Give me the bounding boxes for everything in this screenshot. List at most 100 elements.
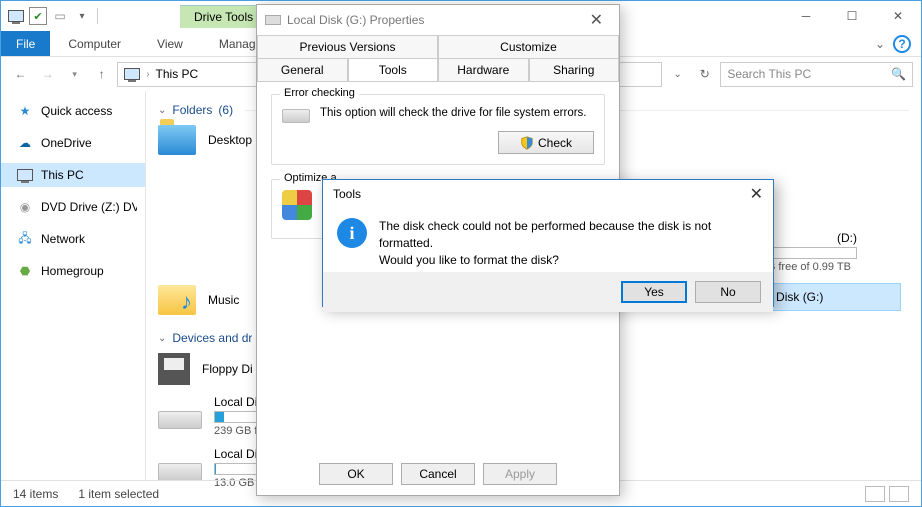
dialog-title: Local Disk (G:) Properties xyxy=(287,13,424,27)
sidebar-label: Quick access xyxy=(41,104,112,118)
cancel-button[interactable]: Cancel xyxy=(401,463,475,485)
status-selected: 1 item selected xyxy=(78,487,159,501)
button-label: Check xyxy=(538,136,572,150)
nav-pane: ★ Quick access ☁ OneDrive This PC ◉ DVD … xyxy=(1,91,146,480)
no-button[interactable]: No xyxy=(695,281,761,303)
properties-titlebar: Local Disk (G:) Properties ✕ xyxy=(257,5,619,35)
quick-access-toolbar: ✔ ▭ ▾ xyxy=(1,7,100,25)
close-button[interactable]: ✕ xyxy=(750,184,763,204)
music-note-icon: ♪ xyxy=(181,289,192,315)
sidebar-label: OneDrive xyxy=(41,136,92,150)
status-item-count: 14 items xyxy=(13,487,58,501)
close-button[interactable]: ✕ xyxy=(875,2,921,31)
sidebar-this-pc[interactable]: This PC xyxy=(1,163,145,187)
network-icon: 🖧 xyxy=(17,231,33,247)
tools-messagebox: Tools ✕ i The disk check could not be pe… xyxy=(322,179,774,307)
tab-general[interactable]: General xyxy=(257,58,348,81)
search-input[interactable]: Search This PC 🔍 xyxy=(720,62,913,87)
messagebox-line1: The disk check could not be performed be… xyxy=(379,218,759,252)
yes-button[interactable]: Yes xyxy=(621,281,687,303)
pc-icon xyxy=(17,167,33,183)
chevron-down-icon: ⌄ xyxy=(158,105,166,116)
drive-icon xyxy=(158,411,202,429)
view-tab[interactable]: View xyxy=(139,31,201,56)
chevron-right-icon: › xyxy=(146,69,149,80)
tab-customize[interactable]: Customize xyxy=(438,35,619,58)
folder-icon: ♪ xyxy=(158,285,196,315)
sidebar-dvd-drive[interactable]: ◉ DVD Drive (Z:) DVD xyxy=(1,195,145,219)
group-description: This option will check the drive for fil… xyxy=(320,105,594,121)
address-location: This PC xyxy=(156,67,199,81)
messagebox-text: The disk check could not be performed be… xyxy=(379,218,759,268)
ribbon-expand-icon[interactable]: ⌄ xyxy=(875,37,885,51)
close-button[interactable]: ✕ xyxy=(582,10,611,30)
cloud-icon: ☁ xyxy=(17,135,33,151)
sidebar-quick-access[interactable]: ★ Quick access xyxy=(1,99,145,123)
tab-hardware[interactable]: Hardware xyxy=(438,58,529,81)
properties-tabstrip: Previous Versions Customize General Tool… xyxy=(257,35,619,82)
tab-previous-versions[interactable]: Previous Versions xyxy=(257,35,438,58)
computer-tab[interactable]: Computer xyxy=(50,31,139,56)
tiles-view-button[interactable] xyxy=(889,486,909,502)
chevron-down-icon: ⌄ xyxy=(158,333,166,344)
separator xyxy=(97,8,98,24)
nav-history-dropdown[interactable]: ▾ xyxy=(63,62,86,86)
messagebox-footer: Yes No xyxy=(323,272,773,312)
folder-icon xyxy=(158,125,196,155)
sidebar-label: Network xyxy=(41,232,85,246)
section-count: (6) xyxy=(218,103,233,117)
group-title: Error checking xyxy=(280,87,359,99)
section-name: Folders xyxy=(172,103,212,117)
ok-button[interactable]: OK xyxy=(319,463,393,485)
messagebox-titlebar: Tools ✕ xyxy=(323,180,773,208)
refresh-button[interactable]: ↻ xyxy=(693,62,716,86)
file-tab[interactable]: File xyxy=(1,31,50,56)
item-label: Music xyxy=(208,293,239,307)
properties-footer: OK Cancel Apply xyxy=(257,463,619,485)
checkbox-icon[interactable]: ✔ xyxy=(29,7,47,25)
nav-forward-button[interactable]: → xyxy=(36,62,59,86)
floppy-icon xyxy=(158,353,190,385)
drive-icon xyxy=(265,15,281,25)
shield-icon xyxy=(520,136,534,150)
messagebox-line2: Would you like to format the disk? xyxy=(379,252,759,269)
details-view-button[interactable] xyxy=(865,486,885,502)
help-icon[interactable]: ? xyxy=(893,35,911,53)
sidebar-homegroup[interactable]: ⬣ Homegroup xyxy=(1,259,145,283)
item-label: Floppy Disk Drive (A:) xyxy=(202,362,252,376)
item-label: Desktop xyxy=(208,133,252,147)
window-buttons: ─ ☐ ✕ xyxy=(783,2,921,31)
drive-icon xyxy=(158,463,202,481)
defrag-icon xyxy=(282,190,312,220)
properties-icon[interactable]: ▭ xyxy=(51,7,69,25)
homegroup-icon: ⬣ xyxy=(17,263,33,279)
sidebar-label: Homegroup xyxy=(41,264,104,278)
minimize-button[interactable]: ─ xyxy=(783,2,829,31)
sidebar-label: DVD Drive (Z:) DVD xyxy=(41,200,137,214)
check-button[interactable]: Check xyxy=(498,131,594,154)
drive-icon xyxy=(282,109,310,123)
messagebox-body: i The disk check could not be performed … xyxy=(323,208,773,272)
error-checking-group: Error checking This option will check th… xyxy=(271,94,605,165)
disc-icon: ◉ xyxy=(17,199,33,215)
messagebox-title: Tools xyxy=(333,187,361,201)
tab-sharing[interactable]: Sharing xyxy=(529,58,620,81)
pc-icon xyxy=(7,7,25,25)
tab-tools[interactable]: Tools xyxy=(348,58,439,81)
maximize-button[interactable]: ☐ xyxy=(829,2,875,31)
apply-button[interactable]: Apply xyxy=(483,463,557,485)
address-dropdown[interactable]: ⌄ xyxy=(666,62,689,86)
drive-tools-context-tab[interactable]: Drive Tools xyxy=(180,5,267,28)
search-icon: 🔍 xyxy=(891,67,906,81)
search-placeholder: Search This PC xyxy=(727,67,811,81)
sidebar-network[interactable]: 🖧 Network xyxy=(1,227,145,251)
sidebar-label: This PC xyxy=(41,168,84,182)
qat-dropdown-icon[interactable]: ▾ xyxy=(73,7,91,25)
section-name: Devices and drives xyxy=(172,331,252,345)
pc-icon xyxy=(124,68,140,80)
info-icon: i xyxy=(337,218,367,248)
nav-back-button[interactable]: ← xyxy=(9,62,32,86)
star-icon: ★ xyxy=(17,103,33,119)
nav-up-button[interactable]: ↑ xyxy=(90,62,113,86)
sidebar-onedrive[interactable]: ☁ OneDrive xyxy=(1,131,145,155)
